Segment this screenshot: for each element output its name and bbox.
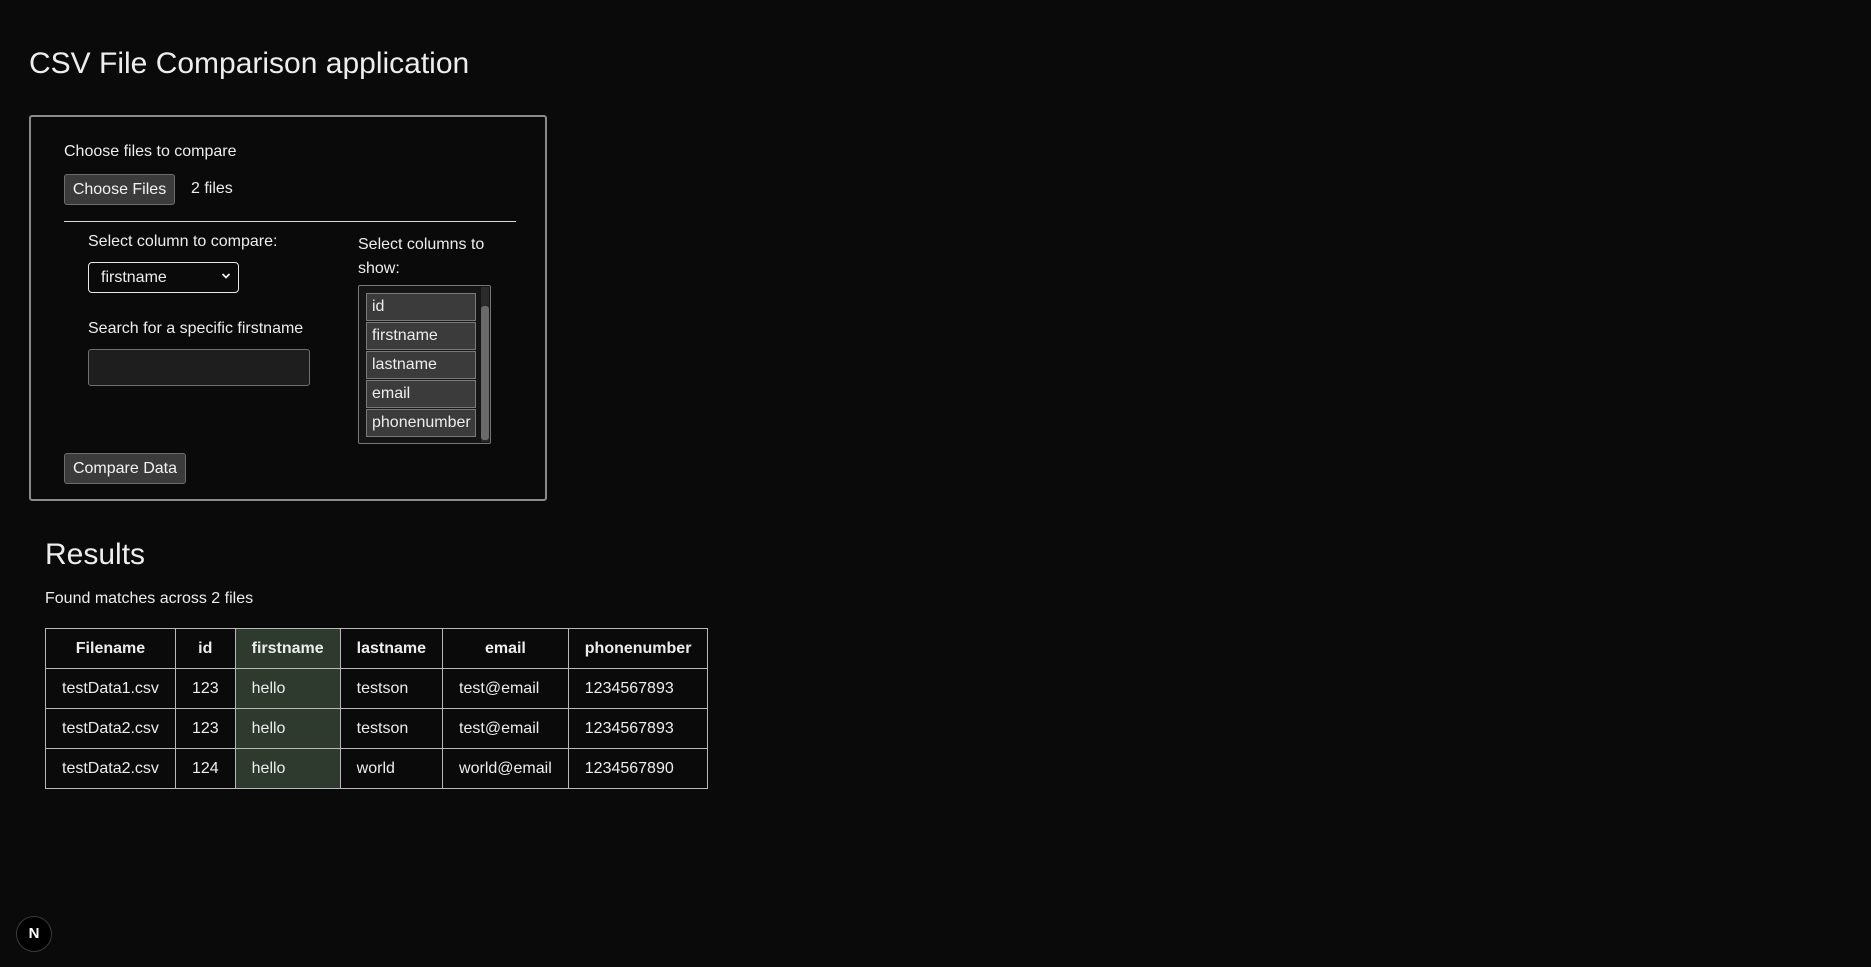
cell-firstname: hello (234, 668, 341, 709)
show-column-option-id[interactable]: id (366, 293, 476, 321)
choose-files-button[interactable]: Choose Files (64, 174, 175, 205)
cell-email: test@email (442, 668, 569, 709)
compare-column-label: Select column to compare: (88, 233, 278, 250)
table-row: testData2.csv 123 hello testson test@ema… (45, 708, 709, 749)
cell-lastname: testson (339, 668, 444, 709)
search-label: Search for a specific firstname (88, 320, 304, 337)
cell-id: 123 (174, 668, 236, 709)
cell-firstname: hello (234, 748, 341, 789)
show-column-option-email[interactable]: email (366, 380, 476, 408)
results-table: Filename id firstname lastname email pho… (45, 628, 709, 789)
header-filename: Filename (45, 628, 176, 669)
cell-phonenumber: 1234567893 (567, 708, 709, 749)
page-title: CSV File Comparison application (29, 47, 470, 80)
results-title: Results (45, 538, 146, 571)
cell-filename: testData1.csv (45, 668, 176, 709)
cell-filename: testData2.csv (45, 748, 176, 789)
cell-lastname: world (339, 748, 444, 789)
results-summary: Found matches across 2 files (45, 590, 254, 607)
cell-phonenumber: 1234567893 (567, 668, 709, 709)
page: CSV File Comparison application Choose f… (0, 0, 1871, 967)
header-email: email (442, 628, 569, 669)
compare-form-panel: Choose files to compare Choose Files 2 f… (29, 115, 547, 501)
cell-phonenumber: 1234567890 (567, 748, 709, 789)
results-header-row: Filename id firstname lastname email pho… (45, 628, 709, 669)
choose-files-label: Choose files to compare (64, 143, 237, 160)
show-column-option-lastname[interactable]: lastname (366, 351, 476, 379)
divider (64, 221, 516, 222)
header-id: id (174, 628, 236, 669)
show-columns-multiselect[interactable]: id firstname lastname email phonenumber (358, 285, 491, 444)
show-column-option-firstname[interactable]: firstname (366, 322, 476, 350)
show-column-option-phonenumber[interactable]: phonenumber (366, 409, 476, 437)
table-row: testData2.csv 124 hello world world@emai… (45, 748, 709, 789)
nextjs-icon[interactable]: N (16, 916, 52, 952)
header-phonenumber: phonenumber (567, 628, 709, 669)
search-input[interactable] (88, 349, 310, 386)
header-firstname: firstname (234, 628, 341, 669)
compare-column-value: firstname (101, 269, 167, 286)
compare-column-select[interactable]: firstname (88, 262, 239, 293)
cell-firstname: hello (234, 708, 341, 749)
show-columns-label: Select columns to show: (358, 236, 485, 277)
cell-id: 124 (174, 748, 236, 789)
cell-lastname: testson (339, 708, 444, 749)
files-count-text: 2 files (191, 180, 233, 197)
nextjs-badge-label: N (28, 925, 40, 942)
compare-data-button[interactable]: Compare Data (64, 453, 186, 484)
cell-id: 123 (174, 708, 236, 749)
table-row: testData1.csv 123 hello testson test@ema… (45, 668, 709, 709)
multiselect-scrollbar-thumb[interactable] (481, 306, 489, 440)
cell-email: test@email (442, 708, 569, 749)
header-lastname: lastname (339, 628, 444, 669)
cell-email: world@email (442, 748, 569, 789)
cell-filename: testData2.csv (45, 708, 176, 749)
chevron-down-icon (221, 273, 231, 279)
